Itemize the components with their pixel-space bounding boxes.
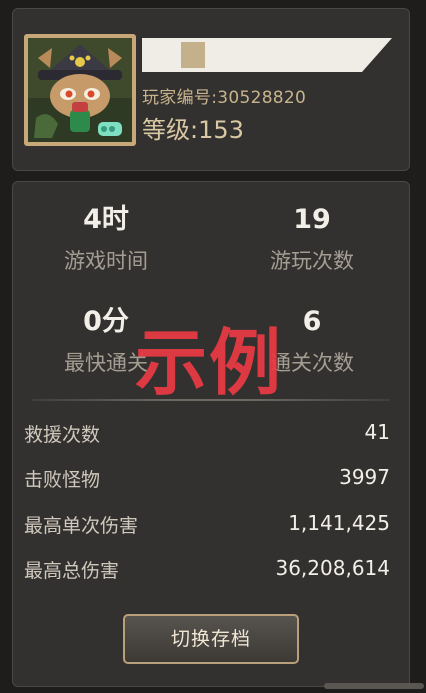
- detail-value: 36,208,614: [275, 556, 390, 580]
- player-id: 玩家编号:30528820: [142, 88, 307, 108]
- stat-label: 游戏时间: [64, 249, 148, 273]
- detail-label: 最高总伤害: [24, 560, 120, 582]
- player-name-banner: [142, 38, 392, 72]
- switch-save-button[interactable]: 切换存档: [123, 614, 299, 664]
- detail-value: 41: [364, 420, 390, 444]
- stat-play-time: 4时 游戏时间: [36, 204, 176, 274]
- avatar-portrait: [28, 38, 132, 142]
- stat-play-count: 19 游玩次数: [242, 204, 382, 274]
- cat-wizard-portrait-icon: [28, 38, 132, 142]
- player-name-redacted: [181, 42, 205, 68]
- sample-watermark: 示例: [135, 321, 284, 405]
- detail-label: 击败怪物: [24, 469, 101, 491]
- detail-row-max-total-damage: 最高总伤害 36,208,614: [24, 556, 390, 582]
- detail-label: 最高单次伤害: [24, 515, 139, 537]
- scroll-indicator[interactable]: [324, 683, 424, 689]
- detail-value: 3997: [339, 465, 390, 489]
- avatar: [24, 34, 136, 146]
- stat-value: 4时: [83, 204, 129, 235]
- detail-value: 1,141,425: [288, 511, 390, 535]
- detail-row-max-single-damage: 最高单次伤害 1,141,425: [24, 511, 390, 537]
- detail-label: 救援次数: [24, 424, 101, 446]
- stat-value: 19: [293, 204, 331, 235]
- detail-row-rescues: 救援次数 41: [24, 420, 390, 446]
- player-level: 等级:153: [142, 116, 244, 144]
- detail-row-monsters-defeated: 击败怪物 3997: [24, 465, 390, 491]
- stat-label: 游玩次数: [270, 249, 354, 273]
